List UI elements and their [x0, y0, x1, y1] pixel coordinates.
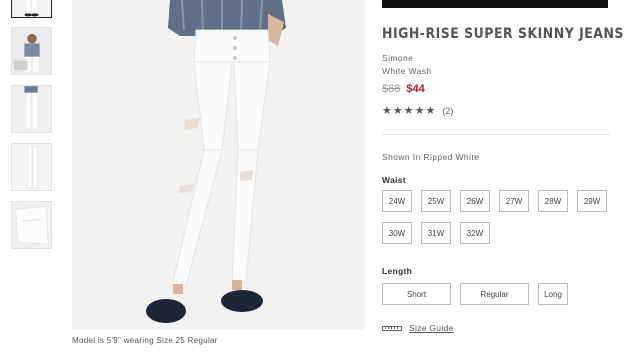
- thumbnail-4[interactable]: [11, 143, 52, 191]
- thumbnail-5[interactable]: [11, 201, 52, 249]
- review-count[interactable]: (2): [442, 106, 453, 116]
- ruler-icon: [382, 325, 402, 331]
- add-to-bag-button[interactable]: [382, 0, 608, 8]
- waist-size-30w[interactable]: 30W: [382, 222, 412, 244]
- length-long[interactable]: Long: [538, 283, 568, 305]
- waist-size-29w[interactable]: 29W: [577, 190, 607, 212]
- rating[interactable]: ★★★★★ (2): [382, 104, 453, 117]
- waist-size-27w[interactable]: 27W: [499, 190, 529, 212]
- original-price: $88: [382, 83, 401, 95]
- waist-size-26w[interactable]: 26W: [460, 190, 490, 212]
- waist-label: Waist: [382, 175, 406, 185]
- thumbnail-3[interactable]: [11, 85, 52, 133]
- model-caption: Model is 5'9" wearing Size 25 Regular: [72, 336, 218, 345]
- price: $88 $44: [382, 83, 425, 95]
- size-guide-link[interactable]: Size Guide: [382, 323, 454, 333]
- shown-in-color: Shown In Ripped White: [382, 152, 480, 162]
- product-color-name: White Wash: [382, 66, 432, 76]
- product-main-image[interactable]: [72, 0, 365, 330]
- waist-size-28w[interactable]: 28W: [538, 190, 568, 212]
- product-title: HIGH-RISE SUPER SKINNY JEANS: [382, 26, 624, 42]
- thumbnail-2[interactable]: [11, 27, 52, 75]
- waist-size-31w[interactable]: 31W: [421, 222, 451, 244]
- sale-price: $44: [406, 83, 425, 95]
- length-short[interactable]: Short: [382, 283, 451, 305]
- length-label: Length: [382, 266, 413, 276]
- length-regular[interactable]: Regular: [460, 283, 529, 305]
- product-style-name: Simone: [382, 53, 414, 63]
- size-guide-label[interactable]: Size Guide: [409, 323, 454, 333]
- waist-size-25w[interactable]: 25W: [421, 190, 451, 212]
- divider: [382, 134, 610, 135]
- thumbnail-1[interactable]: [11, 0, 52, 18]
- waist-size-24w[interactable]: 24W: [382, 190, 412, 212]
- waist-size-32w[interactable]: 32W: [460, 222, 490, 244]
- rating-stars-icon: ★★★★★: [382, 105, 437, 117]
